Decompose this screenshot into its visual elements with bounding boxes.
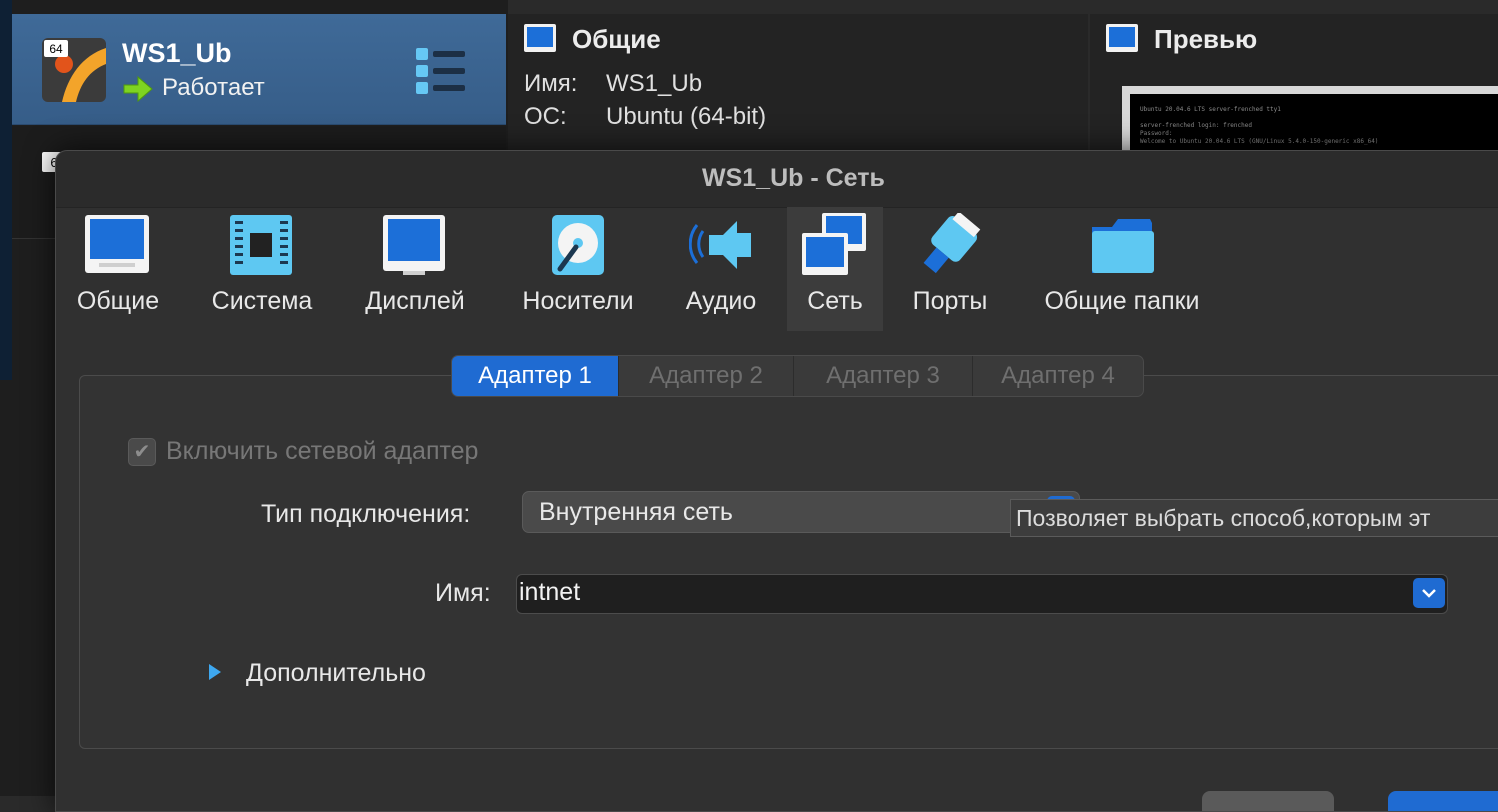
ok-button[interactable] (1388, 791, 1498, 811)
port-icon (923, 213, 981, 274)
preview-icon (1106, 24, 1138, 52)
enable-adapter-row: ✔ Включить сетевой адаптер (128, 437, 478, 466)
network-name-label: Имя: (435, 579, 491, 607)
tab-adapter-4[interactable]: Адаптер 4 (973, 356, 1143, 396)
network-settings-dialog: WS1_Ub - Сеть Общие Система Дисплей Носи… (55, 150, 1498, 812)
general-row: ОС: Ubuntu (64-bit) (524, 103, 767, 130)
disk-icon (552, 215, 604, 275)
general-section: Общие Имя: WS1_Ub ОС: Ubuntu (64-bit) (508, 14, 1088, 154)
toolbar-general[interactable]: Общие (70, 207, 166, 331)
toolbar-system[interactable]: Система (198, 207, 326, 331)
dialog-titlebar[interactable]: WS1_Ub - Сеть (56, 151, 1498, 208)
dialog-title: WS1_Ub - Сеть (702, 164, 885, 192)
section-title: Превью (1154, 24, 1258, 54)
enable-adapter-label: Включить сетевой адаптер (166, 437, 479, 465)
tooltip: Позволяет выбрать способ,которым эт (1010, 499, 1498, 537)
desktop-edge (0, 0, 12, 380)
toolbar-storage[interactable]: Носители (510, 207, 646, 331)
toolbar-ports[interactable]: Порты (902, 207, 998, 331)
general-icon (85, 215, 149, 273)
adapter-settings-panel (79, 375, 1498, 749)
tab-adapter-2[interactable]: Адаптер 2 (619, 356, 794, 396)
toolbar-network[interactable]: Сеть (787, 207, 883, 331)
toolbar-shared-folders[interactable]: Общие папки (1032, 207, 1212, 331)
general-row: Имя: WS1_Ub (524, 70, 703, 97)
attached-to-value: Внутренняя сеть (539, 498, 733, 526)
vm-badge: 64 (49, 42, 63, 56)
tooltip-text: Позволяет выбрать способ,которым эт (1016, 505, 1431, 531)
network-name-combobox[interactable]: intnet (516, 574, 1448, 614)
toolbar-audio[interactable]: Аудио (676, 207, 766, 331)
vm-state: Работает (162, 74, 265, 101)
running-arrow-icon (123, 75, 153, 103)
cancel-button[interactable] (1202, 791, 1334, 811)
enable-adapter-checkbox[interactable]: ✔ (128, 437, 156, 466)
vm-list-item-selected[interactable]: 64 WS1_Ub Работает (12, 14, 506, 125)
attached-to-select[interactable]: Внутренняя сеть (522, 491, 1080, 533)
vm-details-menu-icon[interactable] (416, 48, 468, 94)
network-name-value: intnet (519, 578, 581, 606)
attached-to-label: Тип подключения: (261, 500, 471, 528)
speaker-icon (689, 221, 751, 269)
chip-icon (230, 215, 292, 275)
advanced-label[interactable]: Дополнительно (246, 659, 426, 688)
tab-adapter-1[interactable]: Адаптер 1 (452, 356, 619, 396)
network-icon (802, 213, 866, 275)
ubuntu-vm-icon: 64 (42, 38, 106, 102)
general-icon (524, 24, 556, 52)
vm-name: WS1_Ub (122, 38, 232, 68)
disclosure-triangle-icon[interactable] (208, 663, 222, 681)
chevron-down-icon[interactable] (1413, 578, 1445, 608)
adapter-tabs: Адаптер 1 Адаптер 2 Адаптер 3 Адаптер 4 (451, 355, 1144, 397)
toolbar-display[interactable]: Дисплей (352, 207, 478, 331)
folder-icon (1092, 219, 1154, 273)
tab-adapter-3[interactable]: Адаптер 3 (794, 356, 973, 396)
section-title: Общие (572, 24, 661, 54)
preview-section: Превью Ubuntu 20.04.6 LTS server-frenche… (1090, 14, 1498, 174)
monitor-icon (383, 215, 445, 275)
